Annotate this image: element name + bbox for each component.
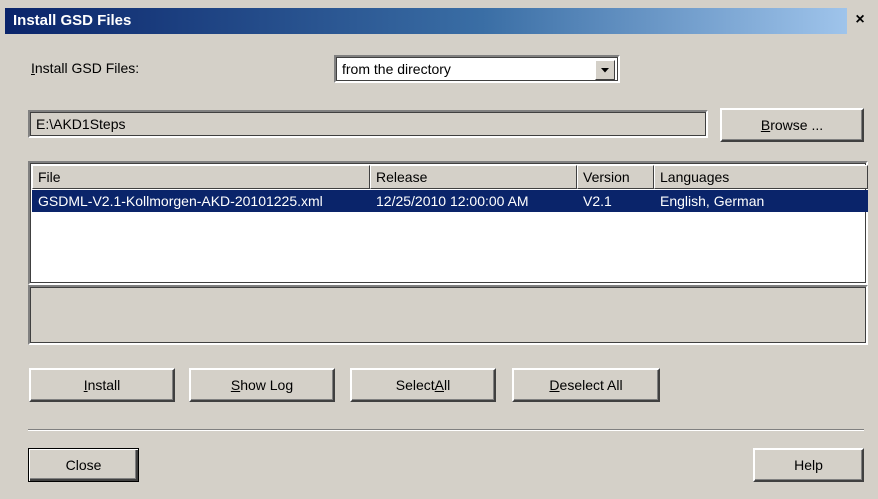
install-source-selected: from the directory (342, 61, 451, 77)
list-header: File Release Version Languages (32, 165, 868, 189)
column-header-languages[interactable]: Languages (654, 165, 868, 189)
install-button[interactable]: Install (29, 368, 175, 402)
select-all-label: Select All (395, 377, 451, 393)
browse-label: Browse ... (760, 117, 824, 133)
install-gsd-files-dialog: Install GSD Files × Install GSD Files: f… (0, 0, 878, 499)
show-log-label: Show Log (230, 377, 294, 393)
show-log-button[interactable]: Show Log (189, 368, 335, 402)
install-label: Install (83, 377, 121, 393)
select-all-button[interactable]: Select All (350, 368, 496, 402)
file-description-area (28, 285, 868, 345)
table-row[interactable]: GSDML-V2.1-Kollmorgen-AKD-20101225.xml 1… (32, 190, 868, 212)
gsd-file-list[interactable]: File Release Version Languages GSDML-V2.… (28, 161, 868, 285)
footer-separator (28, 429, 864, 431)
close-button[interactable]: Close (28, 448, 139, 482)
column-header-release[interactable]: Release (370, 165, 577, 189)
row-file: GSDML-V2.1-Kollmorgen-AKD-20101225.xml (38, 193, 323, 209)
close-icon[interactable]: × (847, 8, 873, 34)
window-title: Install GSD Files (13, 12, 132, 29)
column-header-version[interactable]: Version (577, 165, 654, 189)
deselect-all-label: Deselect All (549, 377, 623, 393)
row-version: V2.1 (583, 193, 612, 209)
close-label: Close (65, 457, 102, 473)
install-source-label-rest: nstall GSD Files: (34, 60, 140, 76)
row-languages: English, German (660, 193, 765, 209)
column-header-file[interactable]: File (32, 165, 370, 189)
chevron-down-icon (601, 68, 609, 73)
browse-button[interactable]: Browse ... (720, 108, 864, 142)
title-bar[interactable]: Install GSD Files × (5, 8, 873, 34)
install-source-select[interactable]: from the directory (334, 55, 620, 83)
dropdown-button[interactable] (595, 60, 615, 80)
help-button[interactable]: Help (753, 448, 864, 482)
install-source-label: Install GSD Files: (31, 60, 139, 76)
deselect-all-button[interactable]: Deselect All (512, 368, 660, 402)
help-label: Help (794, 457, 823, 473)
directory-path: E:\AKD1Steps (36, 116, 126, 132)
row-release: 12/25/2010 12:00:00 AM (376, 193, 529, 209)
directory-path-field[interactable]: E:\AKD1Steps (28, 110, 708, 138)
